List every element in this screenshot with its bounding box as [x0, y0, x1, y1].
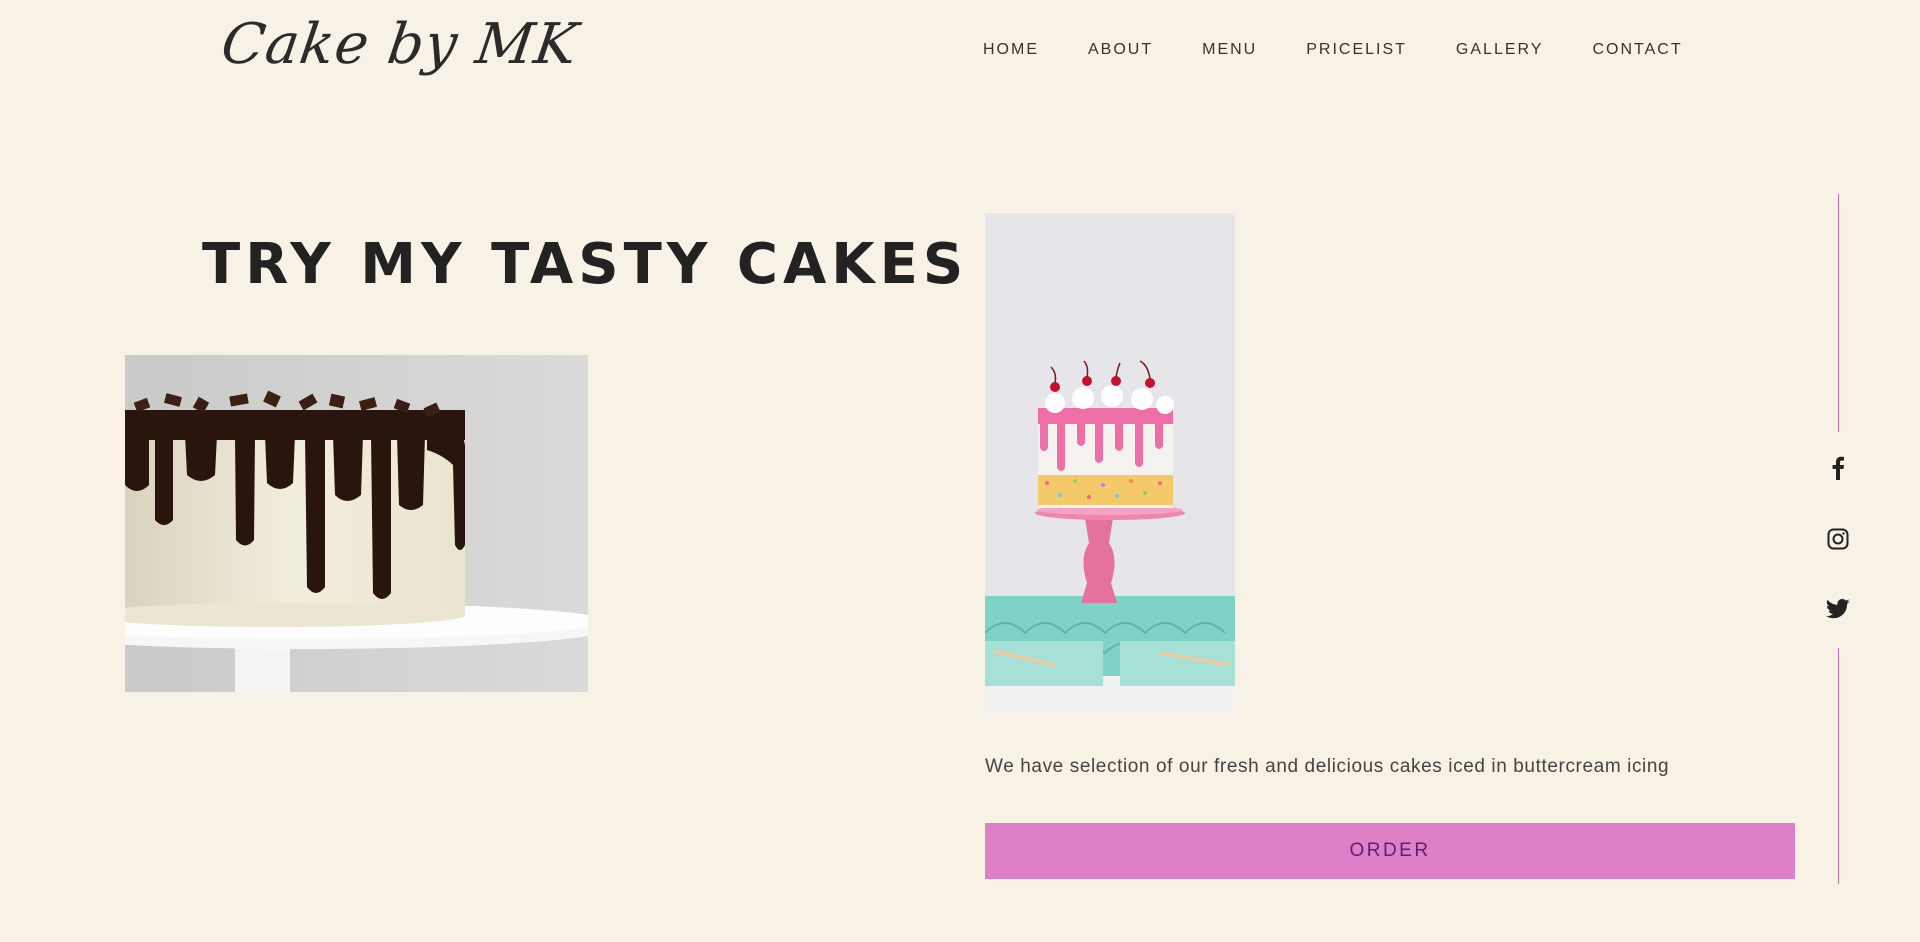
social-divider-top	[1838, 194, 1839, 432]
chocolate-cake-image	[125, 355, 588, 692]
instagram-icon[interactable]	[1826, 527, 1850, 551]
nav-menu[interactable]: MENU	[1202, 41, 1257, 59]
nav-pricelist[interactable]: PRICELIST	[1306, 41, 1407, 59]
facebook-icon[interactable]	[1826, 456, 1850, 480]
nav-contact[interactable]: CONTACT	[1592, 41, 1682, 59]
nav-gallery[interactable]: GALLERY	[1456, 41, 1544, 59]
main-nav: HOME ABOUT MENU PRICELIST GALLERY CONTAC…	[983, 41, 1683, 59]
pink-cake-image	[985, 213, 1235, 713]
order-button[interactable]: ORDER	[985, 823, 1795, 879]
social-divider-bottom	[1838, 648, 1839, 884]
twitter-icon[interactable]	[1826, 597, 1850, 621]
hero-description: We have selection of our fresh and delic…	[985, 756, 1670, 777]
nav-home[interactable]: HOME	[983, 41, 1039, 59]
nav-about[interactable]: ABOUT	[1088, 41, 1153, 59]
site-logo[interactable]: Cake by MK	[217, 12, 582, 77]
hero-headline: TRY MY TASTY CAKES	[202, 232, 969, 297]
